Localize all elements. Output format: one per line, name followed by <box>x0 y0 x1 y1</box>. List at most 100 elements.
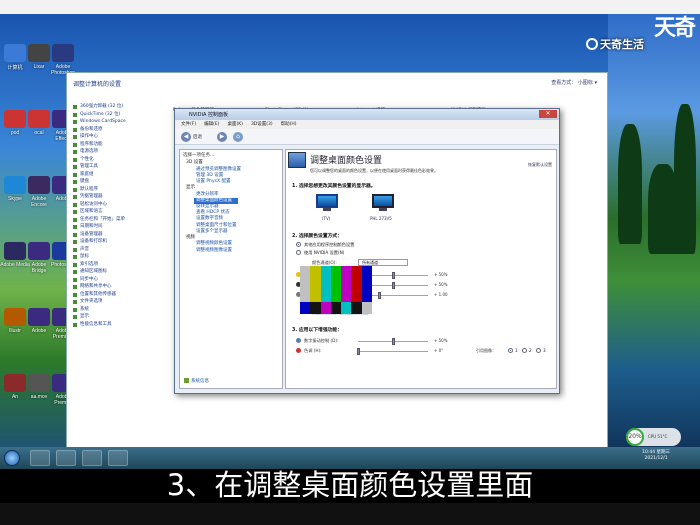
test-bar-bottom <box>320 302 331 314</box>
test-bar-bottom <box>300 302 311 314</box>
desktop-icon[interactable] <box>28 308 50 326</box>
desktop-icon[interactable] <box>4 176 26 194</box>
control-panel-link[interactable]: 索引选项 <box>73 261 153 269</box>
menu-edit[interactable]: 编辑(E) <box>204 120 219 129</box>
reference-radio[interactable] <box>508 348 513 353</box>
menu-file[interactable]: 文件(F) <box>181 120 196 129</box>
test-bar-bottom <box>330 302 342 314</box>
desktop-icon[interactable] <box>28 374 50 392</box>
slider-value: + 0° <box>434 348 444 353</box>
control-panel-link[interactable]: 个性化 <box>73 156 153 164</box>
desktop-icon[interactable] <box>28 176 50 194</box>
channel-dropdown[interactable]: 所有通道 <box>358 259 408 266</box>
tree-item[interactable]: 调整视频图像设置 <box>180 248 282 254</box>
taskbar-clock[interactable]: 10:44 星期三 2021/12/1 <box>642 450 670 462</box>
control-panel-link[interactable]: 设备管理器 <box>73 231 153 239</box>
monitor-icon[interactable] <box>316 194 338 212</box>
desktop-icon[interactable] <box>4 110 26 128</box>
menu-desktop[interactable]: 桌面(K) <box>227 120 242 129</box>
control-panel-link[interactable]: Windows CardSpace <box>73 118 153 126</box>
system-info-link[interactable]: 系统信息 <box>184 378 209 384</box>
control-panel-link-list: 360强力卸载 (32 位) QuickTime (32 位) Windows Ca… <box>73 103 153 328</box>
desktop-icon[interactable] <box>4 44 26 62</box>
test-bar <box>361 266 372 302</box>
menu-help[interactable]: 帮助(H) <box>281 120 297 129</box>
setting-label: 色调 (H): <box>304 348 322 353</box>
logo-icon <box>586 38 598 50</box>
control-panel-link[interactable]: 程序和功能 <box>73 141 153 149</box>
test-bar <box>351 266 362 302</box>
test-bar <box>310 266 321 302</box>
control-panel-link[interactable]: 备份和还原 <box>73 126 153 134</box>
control-panel-link[interactable]: 任务栏和「开始」菜单 <box>73 216 153 224</box>
control-panel-link[interactable]: 网络和共享中心 <box>73 283 153 291</box>
desktop-color-icon <box>288 152 306 168</box>
test-bar-bottom <box>361 302 372 314</box>
control-panel-link[interactable]: 位置和其他传感器 <box>73 291 153 299</box>
control-panel-link[interactable]: 通知区域图标 <box>73 268 153 276</box>
control-panel-link[interactable]: 区域和语言 <box>73 208 153 216</box>
close-icon[interactable]: ✕ <box>539 110 557 118</box>
control-panel-link[interactable]: 显示 <box>73 313 153 321</box>
monitor-icon[interactable] <box>372 194 394 212</box>
slider-value: + 50% <box>434 272 448 277</box>
task-tree-panel: 选择一项任务... 3D 设置 通过预览调整图像设置 管理 3D 设置 设置 Phys… <box>179 149 283 389</box>
section-enhancements: 3. 应用以下增强功能： <box>292 328 343 333</box>
reference-radio-label: 3 <box>543 348 546 353</box>
radio-nvidia-settings[interactable] <box>296 250 301 255</box>
slider-thumb[interactable] <box>357 348 360 355</box>
control-panel-link[interactable]: 360强力卸载 (32 位) <box>73 103 153 111</box>
control-panel-link[interactable]: 文件夹选项 <box>73 298 153 306</box>
control-panel-link[interactable]: 鼠标 <box>73 253 153 261</box>
control-panel-link[interactable]: 轻松访问中心 <box>73 201 153 209</box>
control-panel-link[interactable]: 同步中心 <box>73 276 153 284</box>
control-panel-link[interactable]: 设备和打印机 <box>73 238 153 246</box>
home-icon[interactable]: ⌂ <box>233 132 243 142</box>
reference-radio[interactable] <box>536 348 541 353</box>
control-panel-link[interactable]: 凭据管理器 <box>73 193 153 201</box>
control-panel-link[interactable]: 默认程序 <box>73 186 153 194</box>
slider-thumb[interactable] <box>378 292 381 299</box>
test-bar-bottom <box>310 302 321 314</box>
page-description: 您可以调整您的桌面的颜色设置，以便在使用桌面时获得最佳色彩效果。 <box>310 168 438 173</box>
slider-thumb[interactable] <box>392 272 395 279</box>
nvidia-menubar: 文件(F) 编辑(E) 桌面(K) 3D设置(3) 帮助(H) <box>175 120 559 129</box>
desktop-icon[interactable] <box>4 308 26 326</box>
control-panel-link[interactable]: 声音 <box>73 246 153 254</box>
back-arrow-icon[interactable]: ◀ <box>181 132 191 142</box>
setting-label: 数字振动控制 (D): <box>304 338 339 343</box>
desktop-icon[interactable] <box>28 110 50 128</box>
radio-other-apps-label: 其他应用程序控制颜色设置 <box>304 242 355 247</box>
nvidia-titlebar[interactable]: NVIDIA 控制面板 ✕ <box>175 109 559 120</box>
desktop-icon[interactable] <box>28 242 50 260</box>
control-panel-link[interactable]: 操作中心 <box>73 133 153 141</box>
forward-arrow-icon[interactable]: ▶ <box>217 132 227 142</box>
menu-3d-settings[interactable]: 3D设置(3) <box>251 120 273 129</box>
photo-top-frame <box>0 0 700 14</box>
control-panel-link[interactable]: 管理工具 <box>73 163 153 171</box>
desktop-icon[interactable] <box>28 44 50 62</box>
setting-icon <box>296 348 301 353</box>
view-by-dropdown[interactable]: 查看方式： 小图标 ▾ <box>551 79 597 86</box>
control-panel-link[interactable]: 日期和时间 <box>73 223 153 231</box>
wallpaper-landscape <box>608 14 700 459</box>
radio-other-apps[interactable] <box>296 242 301 247</box>
slider-value: + 50% <box>434 338 448 343</box>
brand-watermark-top: 天奇 <box>654 16 696 41</box>
control-panel-link[interactable]: QuickTime (32 位) <box>73 111 153 119</box>
back-button-label[interactable]: 后退 <box>193 134 202 140</box>
slider-thumb[interactable] <box>392 282 395 289</box>
control-panel-link[interactable]: 电源选项 <box>73 148 153 156</box>
control-panel-link[interactable]: 键盘 <box>73 178 153 186</box>
desktop-icon[interactable] <box>52 44 74 62</box>
reference-radio[interactable] <box>522 348 527 353</box>
reference-radio-label: 1 <box>515 348 518 353</box>
control-panel-link[interactable]: 系统 <box>73 306 153 314</box>
reference-radio-label: 2 <box>529 348 532 353</box>
desktop-icon[interactable] <box>4 242 26 260</box>
control-panel-link[interactable]: 家庭组 <box>73 171 153 179</box>
control-panel-link[interactable]: 性能信息和工具 <box>73 321 153 329</box>
slider-track[interactable] <box>358 351 428 352</box>
desktop-icon[interactable] <box>4 374 26 392</box>
slider-thumb[interactable] <box>392 338 395 345</box>
